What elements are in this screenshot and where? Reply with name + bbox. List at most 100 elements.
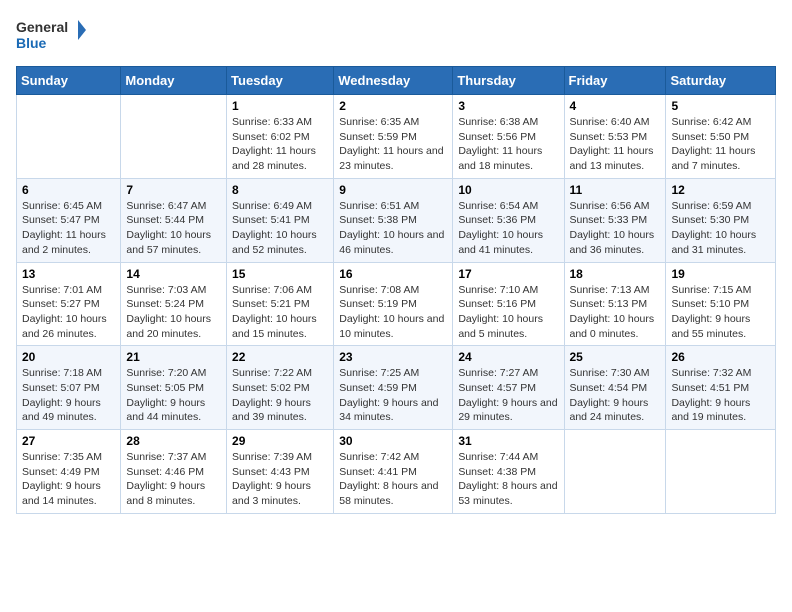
- day-detail: Sunrise: 6:54 AMSunset: 5:36 PMDaylight:…: [458, 199, 558, 258]
- day-detail: Sunrise: 7:39 AMSunset: 4:43 PMDaylight:…: [232, 450, 328, 509]
- calendar-cell: 18 Sunrise: 7:13 AMSunset: 5:13 PMDayligh…: [564, 262, 666, 346]
- day-number: 3: [458, 99, 558, 113]
- day-detail: Sunrise: 7:30 AMSunset: 4:54 PMDaylight:…: [570, 366, 661, 425]
- calendar-cell: 7 Sunrise: 6:47 AMSunset: 5:44 PMDaylight…: [121, 178, 227, 262]
- day-detail: Sunrise: 6:47 AMSunset: 5:44 PMDaylight:…: [126, 199, 221, 258]
- day-number: 27: [22, 434, 115, 448]
- day-number: 2: [339, 99, 447, 113]
- day-detail: Sunrise: 6:38 AMSunset: 5:56 PMDaylight:…: [458, 115, 558, 174]
- svg-text:General: General: [16, 19, 68, 35]
- calendar-cell: 17 Sunrise: 7:10 AMSunset: 5:16 PMDayligh…: [453, 262, 564, 346]
- calendar-cell: 23 Sunrise: 7:25 AMSunset: 4:59 PMDayligh…: [334, 346, 453, 430]
- calendar-cell: 22Sunrise: 7:22 AMSunset: 5:02 PMDayligh…: [227, 346, 334, 430]
- calendar-cell: 6 Sunrise: 6:45 AMSunset: 5:47 PMDaylight…: [17, 178, 121, 262]
- day-number: 20: [22, 350, 115, 364]
- day-number: 11: [570, 183, 661, 197]
- calendar-cell: 28 Sunrise: 7:37 AMSunset: 4:46 PMDayligh…: [121, 430, 227, 514]
- day-detail: Sunrise: 7:37 AMSunset: 4:46 PMDaylight:…: [126, 450, 221, 509]
- calendar-cell: 24Sunrise: 7:27 AMSunset: 4:57 PMDayligh…: [453, 346, 564, 430]
- col-header-sunday: Sunday: [17, 67, 121, 95]
- day-detail: Sunrise: 6:56 AMSunset: 5:33 PMDaylight:…: [570, 199, 661, 258]
- calendar-cell: [666, 430, 776, 514]
- calendar-cell: 27 Sunrise: 7:35 AMSunset: 4:49 PMDayligh…: [17, 430, 121, 514]
- day-detail: Sunrise: 6:42 AMSunset: 5:50 PMDaylight:…: [671, 115, 770, 174]
- day-detail: Sunrise: 7:13 AMSunset: 5:13 PMDaylight:…: [570, 283, 661, 342]
- col-header-thursday: Thursday: [453, 67, 564, 95]
- day-number: 31: [458, 434, 558, 448]
- calendar-cell: 9Sunrise: 6:51 AMSunset: 5:38 PMDaylight…: [334, 178, 453, 262]
- day-detail: Sunrise: 6:51 AMSunset: 5:38 PMDaylight:…: [339, 199, 447, 258]
- calendar-cell: 25 Sunrise: 7:30 AMSunset: 4:54 PMDayligh…: [564, 346, 666, 430]
- calendar-cell: 10 Sunrise: 6:54 AMSunset: 5:36 PMDayligh…: [453, 178, 564, 262]
- day-detail: Sunrise: 7:01 AMSunset: 5:27 PMDaylight:…: [22, 283, 115, 342]
- calendar-table: SundayMondayTuesdayWednesdayThursdayFrid…: [16, 66, 776, 514]
- day-number: 13: [22, 267, 115, 281]
- day-detail: Sunrise: 6:40 AMSunset: 5:53 PMDaylight:…: [570, 115, 661, 174]
- day-number: 23: [339, 350, 447, 364]
- calendar-cell: 26Sunrise: 7:32 AMSunset: 4:51 PMDayligh…: [666, 346, 776, 430]
- calendar-cell: 3 Sunrise: 6:38 AMSunset: 5:56 PMDaylight…: [453, 95, 564, 179]
- calendar-cell: 30Sunrise: 7:42 AMSunset: 4:41 PMDayligh…: [334, 430, 453, 514]
- calendar-cell: 12 Sunrise: 6:59 AMSunset: 5:30 PMDayligh…: [666, 178, 776, 262]
- calendar-cell: 4 Sunrise: 6:40 AMSunset: 5:53 PMDaylight…: [564, 95, 666, 179]
- day-detail: Sunrise: 6:33 AMSunset: 6:02 PMDaylight:…: [232, 115, 328, 174]
- day-number: 17: [458, 267, 558, 281]
- day-number: 15: [232, 267, 328, 281]
- day-number: 19: [671, 267, 770, 281]
- day-detail: Sunrise: 6:49 AMSunset: 5:41 PMDaylight:…: [232, 199, 328, 258]
- day-detail: Sunrise: 7:22 AMSunset: 5:02 PMDaylight:…: [232, 366, 328, 425]
- day-number: 4: [570, 99, 661, 113]
- day-number: 30: [339, 434, 447, 448]
- col-header-monday: Monday: [121, 67, 227, 95]
- calendar-cell: 19Sunrise: 7:15 AMSunset: 5:10 PMDayligh…: [666, 262, 776, 346]
- day-number: 12: [671, 183, 770, 197]
- svg-text:Blue: Blue: [16, 35, 47, 51]
- calendar-cell: 2 Sunrise: 6:35 AMSunset: 5:59 PMDaylight…: [334, 95, 453, 179]
- calendar-cell: 21Sunrise: 7:20 AMSunset: 5:05 PMDayligh…: [121, 346, 227, 430]
- day-detail: Sunrise: 7:27 AMSunset: 4:57 PMDaylight:…: [458, 366, 558, 425]
- calendar-week-row: 27 Sunrise: 7:35 AMSunset: 4:49 PMDayligh…: [17, 430, 776, 514]
- day-number: 25: [570, 350, 661, 364]
- calendar-cell: 31Sunrise: 7:44 AMSunset: 4:38 PMDayligh…: [453, 430, 564, 514]
- day-detail: Sunrise: 7:32 AMSunset: 4:51 PMDaylight:…: [671, 366, 770, 425]
- day-detail: Sunrise: 6:45 AMSunset: 5:47 PMDaylight:…: [22, 199, 115, 258]
- calendar-week-row: 6 Sunrise: 6:45 AMSunset: 5:47 PMDaylight…: [17, 178, 776, 262]
- calendar-header-row: SundayMondayTuesdayWednesdayThursdayFrid…: [17, 67, 776, 95]
- day-number: 8: [232, 183, 328, 197]
- day-detail: Sunrise: 6:35 AMSunset: 5:59 PMDaylight:…: [339, 115, 447, 174]
- calendar-cell: [564, 430, 666, 514]
- day-detail: Sunrise: 7:03 AMSunset: 5:24 PMDaylight:…: [126, 283, 221, 342]
- day-detail: Sunrise: 7:35 AMSunset: 4:49 PMDaylight:…: [22, 450, 115, 509]
- day-detail: Sunrise: 7:25 AMSunset: 4:59 PMDaylight:…: [339, 366, 447, 425]
- calendar-cell: [121, 95, 227, 179]
- day-number: 5: [671, 99, 770, 113]
- day-number: 10: [458, 183, 558, 197]
- day-number: 6: [22, 183, 115, 197]
- col-header-tuesday: Tuesday: [227, 67, 334, 95]
- calendar-cell: 8 Sunrise: 6:49 AMSunset: 5:41 PMDaylight…: [227, 178, 334, 262]
- calendar-cell: 16Sunrise: 7:08 AMSunset: 5:19 PMDayligh…: [334, 262, 453, 346]
- calendar-cell: 15Sunrise: 7:06 AMSunset: 5:21 PMDayligh…: [227, 262, 334, 346]
- col-header-friday: Friday: [564, 67, 666, 95]
- calendar-cell: 14 Sunrise: 7:03 AMSunset: 5:24 PMDayligh…: [121, 262, 227, 346]
- day-number: 21: [126, 350, 221, 364]
- logo: General Blue: [16, 16, 86, 54]
- calendar-cell: 5 Sunrise: 6:42 AMSunset: 5:50 PMDaylight…: [666, 95, 776, 179]
- calendar-week-row: 1Sunrise: 6:33 AMSunset: 6:02 PMDaylight…: [17, 95, 776, 179]
- day-number: 29: [232, 434, 328, 448]
- calendar-cell: 11 Sunrise: 6:56 AMSunset: 5:33 PMDayligh…: [564, 178, 666, 262]
- col-header-wednesday: Wednesday: [334, 67, 453, 95]
- calendar-cell: 29 Sunrise: 7:39 AMSunset: 4:43 PMDayligh…: [227, 430, 334, 514]
- calendar-cell: 13 Sunrise: 7:01 AMSunset: 5:27 PMDayligh…: [17, 262, 121, 346]
- day-number: 28: [126, 434, 221, 448]
- day-detail: Sunrise: 6:59 AMSunset: 5:30 PMDaylight:…: [671, 199, 770, 258]
- calendar-cell: 20 Sunrise: 7:18 AMSunset: 5:07 PMDayligh…: [17, 346, 121, 430]
- calendar-cell: 1Sunrise: 6:33 AMSunset: 6:02 PMDaylight…: [227, 95, 334, 179]
- page-header: General Blue: [16, 16, 776, 54]
- day-number: 14: [126, 267, 221, 281]
- day-number: 7: [126, 183, 221, 197]
- day-detail: Sunrise: 7:10 AMSunset: 5:16 PMDaylight:…: [458, 283, 558, 342]
- day-number: 18: [570, 267, 661, 281]
- day-detail: Sunrise: 7:18 AMSunset: 5:07 PMDaylight:…: [22, 366, 115, 425]
- col-header-saturday: Saturday: [666, 67, 776, 95]
